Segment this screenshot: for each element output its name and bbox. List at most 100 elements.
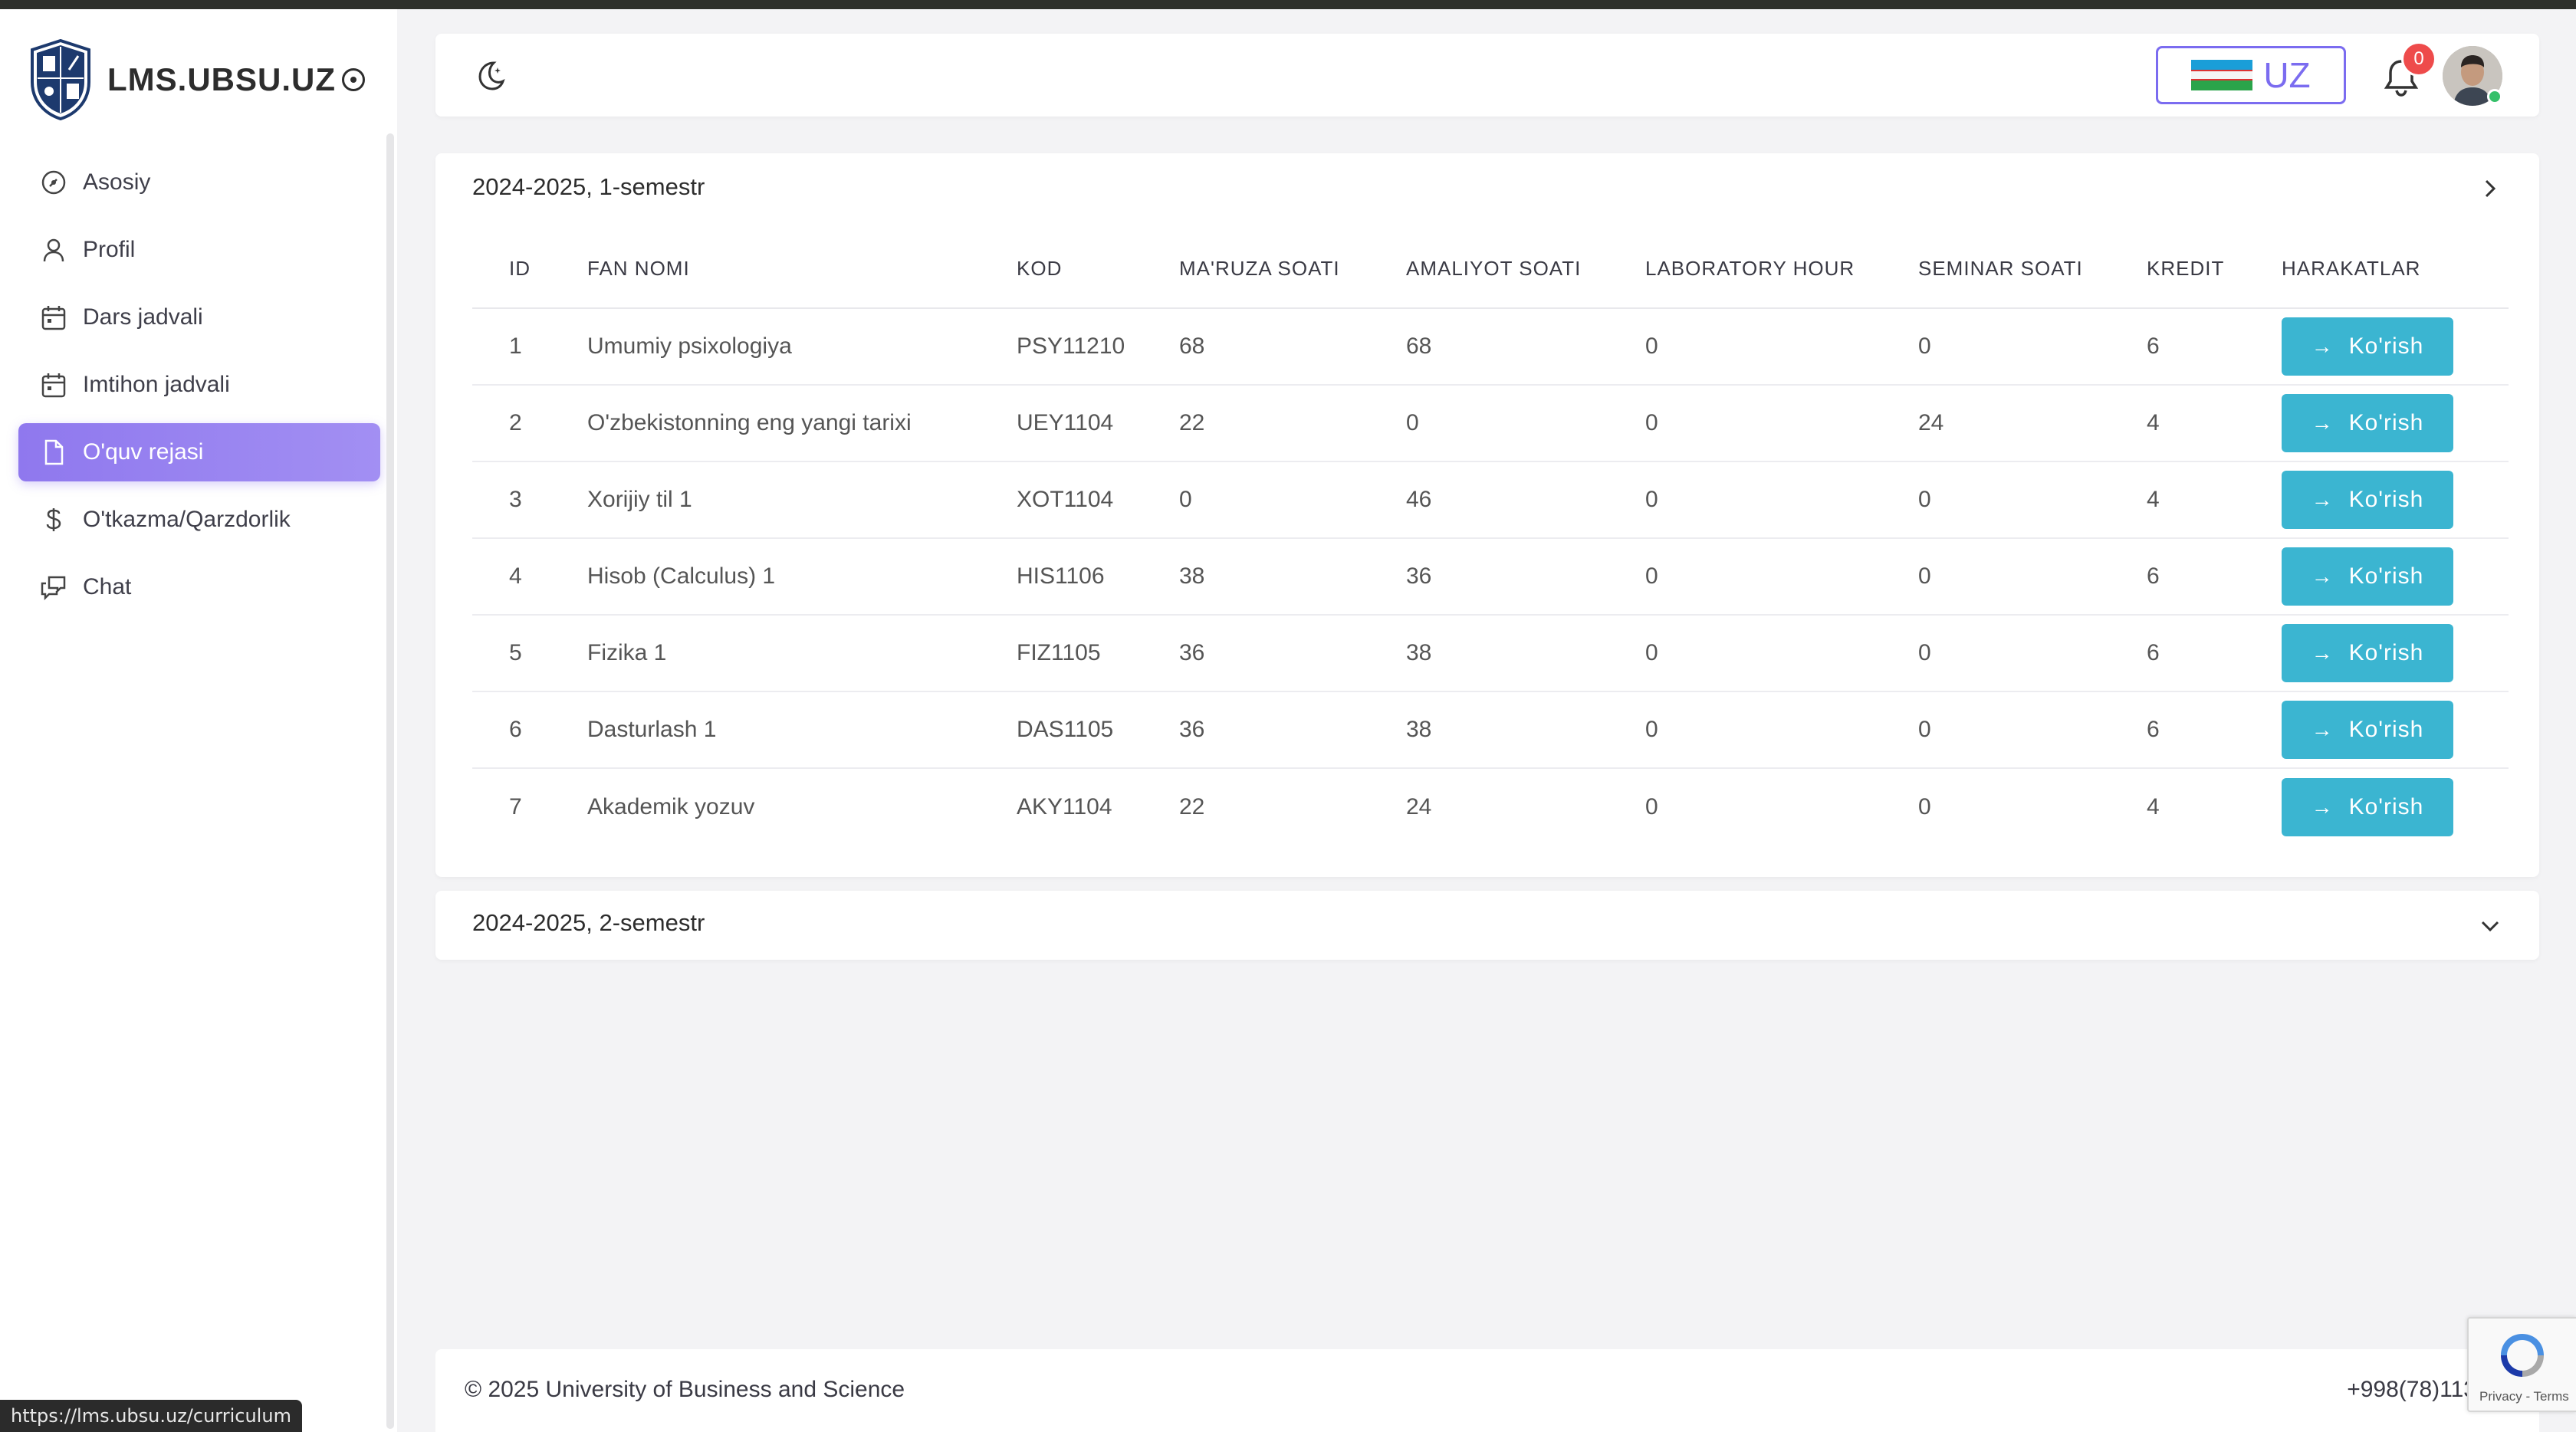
chevron-down-icon[interactable] bbox=[2476, 912, 2504, 940]
university-shield-logo bbox=[31, 39, 90, 120]
sidebar-item-label: O'tkazma/Qarzdorlik bbox=[83, 507, 291, 532]
view-button[interactable]: → Ko'rish bbox=[2282, 547, 2453, 606]
sidebar-item-asosiy[interactable]: Asosiy bbox=[18, 153, 380, 212]
view-button[interactable]: → Ko'rish bbox=[2282, 777, 2453, 836]
cell-kod: PSY11210 bbox=[1017, 308, 1179, 386]
language-switcher[interactable]: UZ bbox=[2156, 46, 2346, 104]
cell-kredit: 6 bbox=[2147, 538, 2282, 616]
curriculum-table: ID FAN NOMI KOD MA'RUZA SOATI AMALIYOT S… bbox=[472, 230, 2509, 845]
semester-title[interactable]: 2024-2025, 2-semestr bbox=[472, 909, 705, 937]
cell-actions: → Ko'rish bbox=[2282, 615, 2509, 692]
cell-seminar: 0 bbox=[1918, 793, 1931, 819]
view-button-label: Ko'rish bbox=[2348, 487, 2424, 512]
sidebar-item-profil[interactable]: Profil bbox=[18, 221, 380, 279]
view-button-label: Ko'rish bbox=[2348, 717, 2424, 742]
cell-kredit: 4 bbox=[2147, 385, 2282, 462]
uzbekistan-flag-icon bbox=[2191, 60, 2253, 90]
view-button[interactable]: → Ko'rish bbox=[2282, 317, 2453, 376]
table-row: 2 O'zbekistonning eng yangi tarixi UEY11… bbox=[472, 385, 2509, 462]
table-row: 6 Dasturlash 1 DAS1105 36 38 0 0 6 → Ko'r… bbox=[472, 691, 2509, 769]
table-row: 4 Hisob (Calculus) 1 HIS1106 38 36 0 0 6… bbox=[472, 538, 2509, 616]
sidebar-menu: Asosiy Profil Dars jadvali Imtihon jadva… bbox=[18, 153, 380, 626]
table-row: 1 Umumiy psixologiya PSY11210 68 68 0 0 … bbox=[472, 308, 2509, 386]
arrow-right-icon: → bbox=[2311, 334, 2334, 358]
cell-id: 6 bbox=[472, 691, 587, 769]
sidebar-item-otkazma-qarzdorlik[interactable]: O'tkazma/Qarzdorlik bbox=[18, 491, 380, 549]
cell-laboratory: 0 bbox=[1645, 793, 1658, 819]
moon-icon[interactable] bbox=[472, 58, 506, 92]
cell-maruza: 0 bbox=[1179, 461, 1406, 539]
arrow-right-icon: → bbox=[2311, 564, 2334, 588]
cell-id: 4 bbox=[472, 538, 587, 616]
sidebar-item-dars-jadvali[interactable]: Dars jadvali bbox=[18, 288, 380, 347]
semester-card-1: 2024-2025, 1-semestr ID FAN NOMI KOD MA'… bbox=[435, 153, 2539, 877]
chat-icon bbox=[38, 572, 69, 603]
col-header-amaliyot: AMALIYOT SOATI bbox=[1406, 230, 1645, 309]
view-button[interactable]: → Ko'rish bbox=[2282, 394, 2453, 452]
cell-amaliyot: 46 bbox=[1406, 461, 1645, 539]
sidebar-scrollbar[interactable] bbox=[386, 133, 394, 1429]
table-row: 7 Akademik yozuv AKY1104 22 24 0 0 4 → Ko… bbox=[472, 768, 2509, 845]
col-header-id: ID bbox=[472, 230, 587, 309]
cell-actions: → Ko'rish bbox=[2282, 385, 2509, 462]
col-header-seminar: SEMINAR SOATI bbox=[1918, 230, 2147, 309]
col-header-fan-nomi: FAN NOMI bbox=[587, 230, 1017, 309]
cell-actions: → Ko'rish bbox=[2282, 308, 2509, 386]
cell-laboratory: 0 bbox=[1645, 385, 1918, 462]
cell-kod: FIZ1105 bbox=[1017, 615, 1179, 692]
brand-title: LMS.UBSU.UZ bbox=[107, 61, 336, 97]
arrow-right-icon: → bbox=[2311, 641, 2334, 665]
sidebar-item-oquv-rejasi[interactable]: O'quv rejasi bbox=[18, 423, 380, 481]
col-header-maruza: MA'RUZA SOATI bbox=[1179, 230, 1406, 309]
user-icon bbox=[38, 235, 69, 265]
col-header-laboratory: LABORATORY HOUR bbox=[1645, 230, 1918, 309]
cell-maruza: 38 bbox=[1179, 538, 1406, 616]
cell-maruza: 36 bbox=[1179, 691, 1406, 769]
view-button[interactable]: → Ko'rish bbox=[2282, 624, 2453, 682]
recaptcha-links[interactable]: Privacy - Terms bbox=[2479, 1389, 2569, 1404]
cell-kod: AKY1104 bbox=[1017, 793, 1112, 819]
view-button[interactable]: → Ko'rish bbox=[2282, 471, 2453, 529]
language-code: UZ bbox=[2263, 55, 2311, 95]
cell-fan-nomi: Dasturlash 1 bbox=[587, 691, 1017, 769]
cell-laboratory: 0 bbox=[1645, 461, 1918, 539]
cell-id: 3 bbox=[472, 461, 587, 539]
semester-card-2[interactable]: 2024-2025, 2-semestr bbox=[435, 891, 2539, 960]
cell-laboratory: 0 bbox=[1645, 691, 1918, 769]
cell-fan-nomi: Umumiy psixologiya bbox=[587, 308, 1017, 386]
status-bar-url: https://lms.ubsu.uz/curriculum bbox=[0, 1400, 302, 1432]
online-status-dot bbox=[2487, 89, 2502, 104]
view-button-label: Ko'rish bbox=[2348, 563, 2424, 589]
cell-kredit: 4 bbox=[2147, 793, 2160, 819]
sidebar-item-label: Imtihon jadvali bbox=[83, 372, 230, 397]
brand[interactable]: LMS.UBSU.UZ bbox=[29, 37, 365, 123]
notification-badge: 0 bbox=[2401, 41, 2436, 77]
cell-kredit: 4 bbox=[2147, 461, 2282, 539]
table-row: 5 Fizika 1 FIZ1105 36 38 0 0 6 → Ko'rish bbox=[472, 615, 2509, 692]
cell-fan-nomi: Xorijiy til 1 bbox=[587, 461, 1017, 539]
table-row: 3 Xorijiy til 1 XOT1104 0 46 0 0 4 → Ko'r… bbox=[472, 461, 2509, 539]
cell-actions: → Ko'rish bbox=[2282, 538, 2509, 616]
recaptcha-badge[interactable]: Privacy - Terms bbox=[2467, 1317, 2576, 1412]
semester-title[interactable]: 2024-2025, 1-semestr bbox=[472, 173, 705, 201]
sidebar-item-imtihon-jadvali[interactable]: Imtihon jadvali bbox=[18, 356, 380, 414]
cell-amaliyot: 0 bbox=[1406, 385, 1645, 462]
dollar-icon bbox=[38, 504, 69, 535]
document-icon bbox=[38, 437, 69, 468]
cell-kredit: 6 bbox=[2147, 691, 2282, 769]
cell-laboratory: 0 bbox=[1645, 615, 1918, 692]
cell-seminar: 0 bbox=[1918, 691, 2147, 769]
cell-id: 7 bbox=[509, 793, 522, 819]
sidebar-item-chat[interactable]: Chat bbox=[18, 558, 380, 616]
cell-amaliyot: 68 bbox=[1406, 308, 1645, 386]
cell-actions: → Ko'rish bbox=[2282, 461, 2509, 539]
sidebar-item-label: Chat bbox=[83, 574, 132, 599]
table-header-row: ID FAN NOMI KOD MA'RUZA SOATI AMALIYOT S… bbox=[472, 230, 2509, 309]
cell-laboratory: 0 bbox=[1645, 538, 1918, 616]
col-header-kod: KOD bbox=[1017, 230, 1179, 309]
cell-maruza: 68 bbox=[1179, 308, 1406, 386]
dashboard-icon bbox=[38, 167, 69, 198]
view-button[interactable]: → Ko'rish bbox=[2282, 701, 2453, 759]
chevron-right-icon[interactable] bbox=[2476, 175, 2504, 202]
sidebar-pin-icon[interactable] bbox=[342, 68, 365, 91]
